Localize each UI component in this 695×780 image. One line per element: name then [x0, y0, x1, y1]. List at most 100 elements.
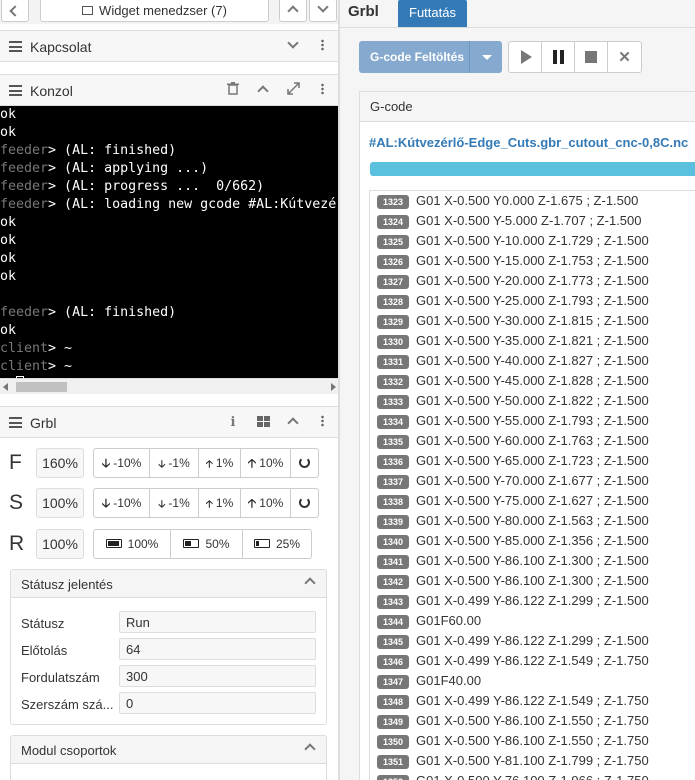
run-button[interactable]	[509, 42, 542, 72]
widget-manager-button[interactable]: Widget menedzser (7)	[40, 0, 269, 22]
pause-button[interactable]	[542, 42, 575, 72]
line-number-badge: 1343	[377, 595, 409, 609]
gcode-line: 1325 G01 X-0.500 Y-10.000 Z-1.729 ; Z-1.5…	[370, 231, 695, 251]
rapid-button-group: 100% 50% 25%	[93, 529, 312, 559]
clear-console-button[interactable]	[218, 75, 248, 106]
increase-1-button[interactable]: 🡡 1%	[199, 489, 241, 517]
layout-button[interactable]	[248, 407, 278, 438]
gcode-line: 1332 G01 X-0.500 Y-45.000 Z-1.828 ; Z-1.5…	[370, 371, 695, 391]
expand-button[interactable]	[278, 31, 308, 62]
console-line: client> ~	[0, 341, 73, 356]
chevron-up-icon	[287, 5, 299, 17]
drag-handle-icon[interactable]	[9, 417, 22, 428]
console-widget-header[interactable]: Konzol	[0, 74, 338, 106]
gcode-line: 1338 G01 X-0.500 Y-75.000 Z-1.627 ; Z-1.5…	[370, 491, 695, 511]
collapse-button[interactable]	[278, 407, 308, 438]
collapse-all-button[interactable]	[1, 0, 29, 22]
line-number-badge: 1340	[377, 535, 409, 549]
console-line: feeder> (AL: progress ... 0/662)	[0, 179, 265, 194]
upload-dropdown-toggle[interactable]	[469, 41, 502, 73]
gcode-text: G01 X-0.500 Y-10.000 Z-1.729 ; Z-1.500	[416, 233, 649, 248]
console-title: Konzol	[30, 83, 73, 99]
status-panel-header[interactable]: Státusz jelentés	[11, 570, 326, 598]
collapse-button[interactable]	[248, 75, 278, 106]
line-number-badge: 1331	[377, 355, 409, 369]
arrow-up-icon: 🡡	[247, 496, 257, 510]
line-number-badge: 1337	[377, 475, 409, 489]
increase-1-button[interactable]: 🡡 1%	[199, 449, 241, 477]
gcode-line: 1330 G01 X-0.500 Y-35.000 Z-1.821 ; Z-1.5…	[370, 331, 695, 351]
decrease-10-button[interactable]: 🡣 -10%	[94, 489, 150, 517]
rapid-25-button[interactable]: 25%	[243, 530, 311, 558]
rapid-100-button[interactable]: 100%	[94, 530, 171, 558]
menu-button[interactable]	[307, 31, 337, 62]
info-button[interactable]: i	[218, 407, 248, 438]
gcode-line: 1345 G01 X-0.499 Y-86.122 Z-1.299 ; Z-1.5…	[370, 631, 695, 651]
gcode-text: G01 X-0.500 Y0.000 Z-1.675 ; Z-1.500	[416, 193, 639, 208]
arrow-down-icon: 🡣	[101, 496, 111, 510]
app-root: Widget menedzser (7) Kapcsolat Konzol ok…	[0, 0, 695, 780]
gcode-text: G01 X-0.500 Y-86.100 Z-1.550 ; Z-1.750	[416, 713, 649, 728]
gcode-upload-button[interactable]: G-code Feltöltés	[359, 41, 502, 73]
drag-handle-icon[interactable]	[9, 85, 22, 96]
decrease-1-button[interactable]: 🡣 -1%	[150, 489, 199, 517]
gcode-line: 1334 G01 X-0.500 Y-55.000 Z-1.793 ; Z-1.5…	[370, 411, 695, 431]
gcode-line: 1350 G01 X-0.500 Y-86.100 Z-1.550 ; Z-1.7…	[370, 731, 695, 751]
gcode-text: G01 X-0.500 Y-40.000 Z-1.827 ; Z-1.500	[416, 353, 649, 368]
close-button[interactable]: ✕	[608, 42, 641, 72]
gcode-text: G01 X-0.500 Y-50.000 Z-1.822 ; Z-1.500	[416, 393, 649, 408]
fullscreen-button[interactable]	[278, 75, 308, 106]
decrease-1-button[interactable]: 🡣 -1%	[150, 449, 199, 477]
line-number-badge: 1326	[377, 255, 409, 269]
connection-widget-header[interactable]: Kapcsolat	[0, 30, 338, 62]
gcode-text: G01 X-0.500 Y-55.000 Z-1.793 ; Z-1.500	[416, 413, 649, 428]
line-number-badge: 1347	[377, 675, 409, 689]
collapse-button[interactable]	[304, 574, 316, 592]
console-horizontal-scrollbar[interactable]	[0, 378, 338, 394]
gcode-line: 1335 G01 X-0.500 Y-60.000 Z-1.763 ; Z-1.5…	[370, 431, 695, 451]
tab-run[interactable]: Futtatás	[398, 0, 467, 27]
line-number-badge: 1333	[377, 395, 409, 409]
console-output[interactable]: ok ok feeder> (AL: finished) feeder> (AL: a…	[0, 106, 338, 378]
line-number-badge: 1342	[377, 575, 409, 589]
undo-icon	[299, 457, 310, 468]
scroll-up-button[interactable]	[279, 0, 307, 22]
tool-value: 0	[119, 692, 316, 714]
scrollbar-thumb[interactable]	[16, 382, 67, 392]
menu-button[interactable]	[307, 75, 337, 106]
spindle-value: 300	[119, 665, 316, 687]
gcode-text: G01 X-0.500 Y-65.000 Z-1.723 ; Z-1.500	[416, 453, 649, 468]
tab-grbl[interactable]: Grbl	[348, 3, 379, 20]
status-report-panel: Státusz jelentés Státusz Run Előtolás 64 F…	[10, 569, 327, 725]
decrease-10-button[interactable]: 🡣 -10%	[94, 449, 150, 477]
gcode-progress-bar	[370, 162, 695, 176]
increase-10-button[interactable]: 🡡 10%	[241, 449, 291, 477]
menu-button[interactable]	[307, 407, 337, 438]
scroll-left-icon[interactable]	[3, 383, 8, 391]
gcode-line: 1344 G01F60.00	[370, 611, 695, 631]
gcode-line: 1326 G01 X-0.500 Y-15.000 Z-1.753 ; Z-1.5…	[370, 251, 695, 271]
collapse-button[interactable]	[304, 740, 316, 758]
gcode-text: G01 X-0.500 Y-5.000 Z-1.707 ; Z-1.500	[416, 213, 642, 228]
gcode-text: G01 X-0.499 Y-86.122 Z-1.299 ; Z-1.500	[416, 633, 649, 648]
line-number-badge: 1329	[377, 315, 409, 329]
modal-panel-header[interactable]: Modul csoportok	[11, 736, 326, 764]
stop-button[interactable]	[575, 42, 608, 72]
rapid-50-button[interactable]: 50%	[171, 530, 243, 558]
increase-10-button[interactable]: 🡡 10%	[241, 489, 291, 517]
undo-icon	[299, 497, 310, 508]
reset-override-button[interactable]	[291, 489, 318, 517]
gcode-text: G01F40.00	[416, 673, 482, 688]
scroll-right-icon[interactable]	[331, 383, 336, 391]
gcode-text: G01 X-0.500 Y-35.000 Z-1.821 ; Z-1.500	[416, 333, 649, 348]
reset-override-button[interactable]	[291, 449, 318, 477]
right-column: Grbl Futtatás G-code Feltöltés ✕ G-code …	[340, 0, 695, 780]
console-line: ok	[0, 107, 17, 122]
grbl-widget-header[interactable]: Grbl i	[0, 406, 338, 438]
gcode-text: G01F60.00	[416, 613, 482, 628]
scroll-down-button[interactable]	[309, 0, 337, 22]
left-column: Widget menedzser (7) Kapcsolat Konzol ok…	[0, 0, 339, 780]
gcode-line-list[interactable]: 1323 G01 X-0.500 Y0.000 Z-1.675 ; Z-1.500…	[369, 190, 695, 780]
drag-handle-icon[interactable]	[9, 41, 22, 52]
line-number-badge: 1341	[377, 555, 409, 569]
